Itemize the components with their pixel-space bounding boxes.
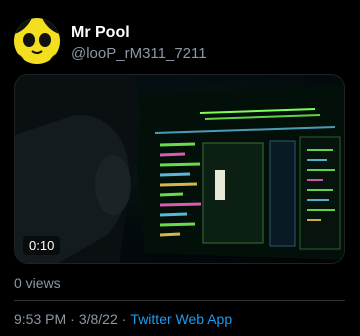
avatar[interactable] bbox=[14, 18, 60, 64]
author-handle[interactable]: @looP_rM311_7211 bbox=[71, 45, 207, 62]
view-count: 0 views bbox=[14, 275, 61, 291]
video-duration: 0:10 bbox=[23, 236, 61, 255]
divider bbox=[14, 300, 345, 301]
yellow-skull-face-icon bbox=[14, 18, 60, 64]
tweet-time[interactable]: 9:53 PM bbox=[14, 311, 66, 327]
separator: · bbox=[70, 311, 75, 327]
tweet-source-link[interactable]: Twitter Web App bbox=[130, 311, 232, 327]
tweet-metadata: 9:53 PM · 3/8/22 · Twitter Web App bbox=[14, 311, 232, 327]
video-player[interactable]: 0:10 bbox=[14, 74, 345, 264]
separator: · bbox=[121, 311, 127, 327]
video-thumbnail bbox=[15, 75, 344, 263]
author-name[interactable]: Mr Pool bbox=[71, 24, 130, 42]
tweet-date[interactable]: 3/8/22 bbox=[79, 311, 118, 327]
tweet-header: Mr Pool @looP_rM311_7211 bbox=[14, 18, 344, 66]
tweet: Mr Pool @looP_rM311_7211 0:10 0 views 9:… bbox=[0, 0, 360, 336]
